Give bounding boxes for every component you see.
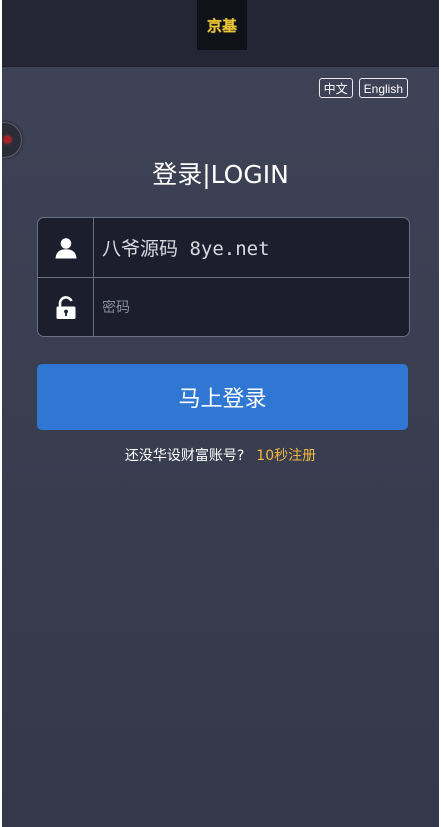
password-input[interactable] (102, 278, 409, 336)
page-title: 登录|LOGIN (152, 160, 289, 189)
password-row (38, 277, 409, 336)
login-form (37, 217, 410, 337)
app-frame: 京基 中文 English 登录|LOGIN 八爷源码 8ye.net 马上登录… (2, 0, 439, 827)
lang-chinese-button[interactable]: 中文 (318, 78, 353, 98)
username-input[interactable] (102, 218, 409, 277)
lang-english-button[interactable]: English (358, 78, 408, 98)
floating-record-icon[interactable] (2, 122, 22, 158)
register-link[interactable]: 10秒注册 (256, 448, 316, 464)
password-field-wrap (94, 278, 409, 336)
username-row (38, 218, 409, 277)
register-prompt-text: 还没华设财富账号? (124, 448, 245, 464)
lock-icon (38, 278, 94, 336)
top-bar: 京基 (2, 0, 439, 67)
login-submit-button[interactable]: 马上登录 (37, 364, 408, 430)
username-field-wrap (94, 218, 409, 277)
language-switcher: 中文 English (318, 78, 408, 98)
logo[interactable]: 京基 (197, 0, 247, 50)
register-prompt-line: 还没华设财富账号? 10秒注册 (2, 445, 439, 465)
user-icon (38, 218, 94, 277)
